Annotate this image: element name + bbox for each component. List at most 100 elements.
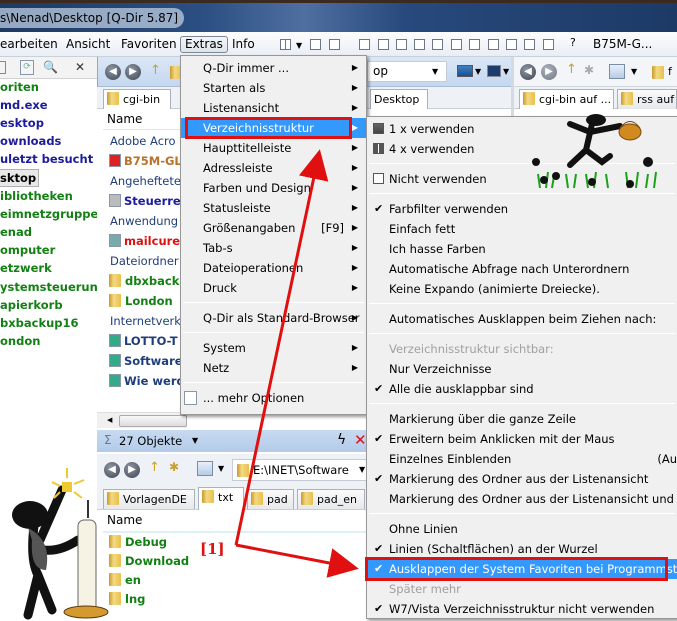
tree-item[interactable]: ibliotheken	[0, 188, 73, 204]
folder-row[interactable]: en	[109, 573, 141, 587]
list-item[interactable]: B75M-GL	[109, 154, 182, 168]
menu-info[interactable]: Info	[228, 36, 259, 53]
layout-13-icon[interactable]	[543, 39, 554, 50]
tree-item[interactable]: esktop	[0, 115, 44, 131]
address-text[interactable]: f	[668, 65, 672, 78]
menu-bearbeiten[interactable]: earbeiten	[0, 36, 62, 53]
new-folder-icon[interactable]: ✱	[169, 460, 179, 474]
tab-cgi-bin[interactable]: cgi-bin	[103, 89, 171, 109]
tree-item[interactable]: ystemsteuerung	[0, 279, 106, 295]
up-folder-icon[interactable]: ↑	[566, 62, 577, 77]
back-icon[interactable]: ◀	[105, 64, 121, 80]
menu-item[interactable]: Einfach fett	[367, 219, 677, 239]
menu-item[interactable]: Starten als ▶	[181, 78, 366, 98]
close-icon[interactable]: ✕	[75, 60, 85, 74]
tree-item[interactable]: bxbackup16	[0, 315, 79, 331]
layout-dropdown-icon[interactable]: ▼	[296, 41, 302, 50]
menu-item[interactable]: ✔ Linien (Schaltflächen) an der Wurzel	[367, 539, 677, 559]
layout-6-icon[interactable]	[414, 39, 425, 50]
menu-item[interactable]: Adressleiste ▶	[181, 158, 366, 178]
refresh-icon[interactable]: ⟳	[20, 60, 34, 75]
column-header-name[interactable]: Name	[103, 511, 377, 533]
layout-3-icon[interactable]	[359, 39, 370, 50]
menu-item[interactable]: Dateioperationen ▶	[181, 258, 366, 278]
menu-item[interactable]: Haupttitelleiste ▶	[181, 138, 366, 158]
menu-item[interactable]: Verzeichnisstruktur ▶	[181, 117, 366, 139]
forward-icon[interactable]: ▶	[541, 64, 557, 80]
menu-item[interactable]: Farben und Design ▶	[181, 178, 366, 198]
tree-item[interactable]: ondon	[0, 333, 40, 349]
menu-item[interactable]: Größenangaben [F9] ▶	[181, 218, 366, 238]
list-item[interactable]: Wie werd	[109, 374, 185, 388]
count-dropdown-icon[interactable]: ▼	[192, 436, 198, 445]
search-icon[interactable]: 🔍	[43, 60, 58, 75]
layout-4-icon[interactable]	[378, 39, 389, 50]
tree-item[interactable]: eimnetzgruppe	[0, 206, 98, 222]
view-dropdown-icon[interactable]: ▼	[218, 464, 224, 473]
menu-item[interactable]: ... mehr Optionen	[181, 388, 366, 408]
layout-11-icon[interactable]	[506, 39, 517, 50]
layout-2-icon[interactable]	[329, 39, 340, 50]
view-icon[interactable]	[197, 461, 213, 476]
menu-item[interactable]: ✔ Erweitern beim Anklicken mit der Maus	[367, 429, 677, 449]
address-dropdown-icon[interactable]: ▼	[432, 67, 438, 76]
list-item[interactable]: Software	[109, 354, 183, 368]
tab-pad[interactable]: pad	[247, 489, 294, 509]
scrollbar-thumb[interactable]	[119, 415, 187, 427]
tree-toolbar-icon[interactable]	[0, 61, 6, 74]
folder-row[interactable]: lng	[109, 592, 145, 606]
tab-pad-en[interactable]: pad_en	[297, 489, 365, 509]
menu-item[interactable]: Q-Dir immer ... ▶	[181, 58, 366, 78]
address-field[interactable]: E:\INET\Software	[232, 459, 372, 481]
layout-10-icon[interactable]	[488, 39, 499, 50]
tree-item[interactable]: oriten	[0, 79, 39, 95]
tab-desktop[interactable]: Desktop	[370, 89, 428, 109]
list-item[interactable]: mailcure.	[109, 234, 184, 248]
tab-rss-auf[interactable]: rss auf	[617, 89, 677, 109]
object-count[interactable]: 27 Objekte	[119, 434, 182, 448]
view-icon[interactable]	[609, 64, 625, 79]
menu-item[interactable]: Ohne Linien	[367, 519, 677, 539]
tab-cgi-bin-auf[interactable]: cgi-bin auf ...	[519, 89, 614, 109]
menu-item[interactable]: Einzelnes Einblenden (Au	[367, 449, 677, 469]
up-folder-icon[interactable]: ↑	[150, 63, 161, 78]
layout-1-icon[interactable]	[310, 39, 321, 50]
tab-txt[interactable]: txt	[198, 487, 244, 510]
lightning-icon[interactable]: ϟ	[337, 432, 346, 448]
layout-7-icon[interactable]	[432, 39, 443, 50]
list-item[interactable]: London	[109, 294, 173, 308]
menu-item[interactable]: System ▶	[181, 338, 366, 358]
menu-item[interactable]: Keine Expando (animierte Dreiecke).	[367, 279, 677, 299]
menu-item[interactable]: Tab-s ▶	[181, 238, 366, 258]
menu-item[interactable]: Druck ▶	[181, 278, 366, 298]
menu-ansicht[interactable]: Ansicht	[62, 36, 114, 53]
forward-icon[interactable]: ▶	[125, 64, 141, 80]
tree-item[interactable]: uletzt besucht	[0, 151, 93, 167]
desktop-icon[interactable]	[457, 65, 473, 77]
list-item[interactable]: dbxbacku	[109, 274, 188, 288]
tab-vorlagende[interactable]: VorlagenDE	[103, 489, 195, 509]
list-item[interactable]: Steuerre	[109, 194, 181, 208]
column-header-name[interactable]: Name	[103, 110, 187, 130]
back-icon[interactable]: ◀	[520, 64, 536, 80]
help-icon[interactable]: ?	[570, 36, 581, 49]
menu-item[interactable]: Automatische Abfrage nach Unterordnern	[367, 259, 677, 279]
folder-row[interactable]: Debug	[109, 535, 167, 549]
tree-item[interactable]: md.exe	[0, 97, 48, 113]
tree-item[interactable]: sktop	[0, 169, 40, 187]
tree-item[interactable]: apierkorb	[0, 297, 63, 313]
tree-item[interactable]: etzwerk	[0, 260, 52, 276]
new-folder-icon[interactable]: ✱	[584, 63, 594, 77]
up-folder-icon[interactable]: ↑	[149, 460, 160, 475]
menu-item[interactable]: ✔ Ausklappen der System Favoriten bei Pro…	[365, 557, 677, 581]
list-item[interactable]: LOTTO-T	[109, 334, 178, 348]
menu-item[interactable]: Statusleiste ▶	[181, 198, 366, 218]
menu-item[interactable]: ✔ Alle die ausklappbar sind	[367, 379, 677, 399]
menu-item[interactable]: Nur Verzeichnisse	[367, 359, 677, 379]
forward-icon[interactable]: ▶	[124, 462, 140, 478]
scroll-left-icon[interactable]: ◀	[107, 416, 112, 424]
layout-icon[interactable]	[280, 39, 291, 50]
folder-row[interactable]: Download	[109, 554, 189, 568]
view-dropdown-icon[interactable]: ▼	[631, 67, 637, 76]
menu-item[interactable]: Markierung des Ordner aus der Listenansi…	[367, 489, 677, 509]
